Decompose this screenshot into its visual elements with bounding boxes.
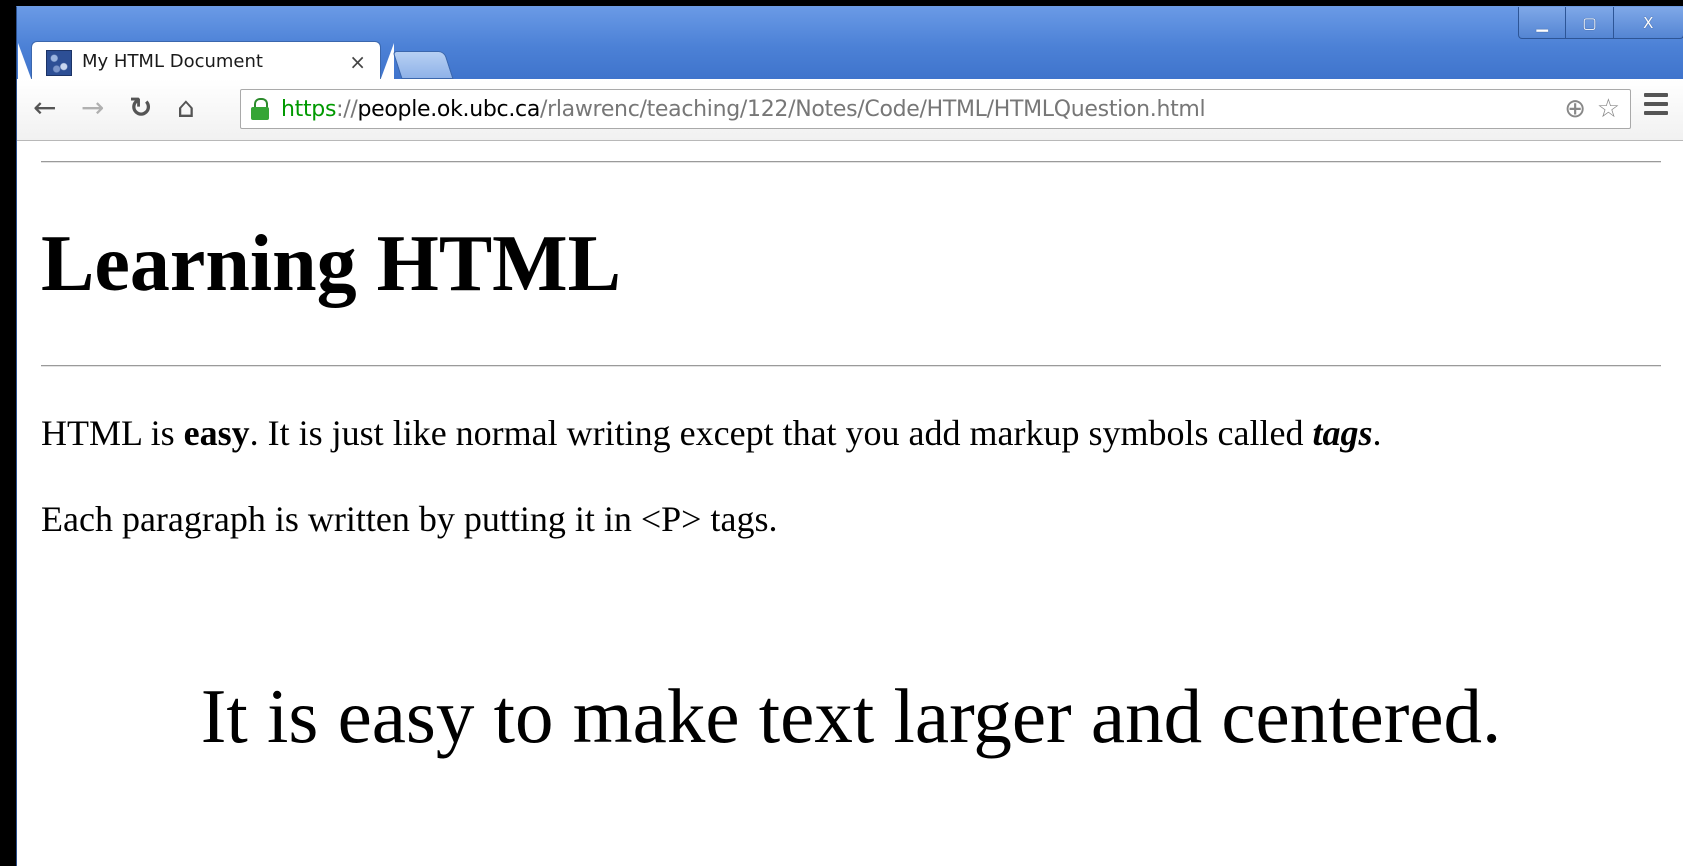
url-separator: ://: [336, 97, 358, 122]
url-scheme: https: [281, 97, 337, 122]
tab-title: My HTML Document: [82, 51, 263, 72]
tab-my-html-document[interactable]: My HTML Document ×: [18, 41, 394, 81]
window-controls: ▁ ▢ X: [1518, 7, 1683, 39]
para1-text-3: .: [1372, 413, 1382, 453]
home-icon[interactable]: ⌂: [177, 93, 195, 123]
maximize-button[interactable]: ▢: [1566, 7, 1614, 38]
para1-text-1: HTML is: [41, 413, 184, 453]
page-favicon-icon: [46, 50, 72, 76]
paragraph-1: HTML is easy. It is just like normal wri…: [41, 411, 1381, 455]
close-window-button[interactable]: X: [1614, 7, 1683, 38]
page-content: Learning HTML HTML is easy. It is just l…: [17, 141, 1683, 866]
horizontal-rule-bottom: [41, 365, 1661, 367]
browser-toolbar: ← → ↻ ⌂ https://people.ok.ubc.ca/rlawren…: [17, 79, 1683, 141]
bookmark-star-icon[interactable]: ☆: [1597, 94, 1620, 124]
paragraph-2: Each paragraph is written by putting it …: [41, 499, 778, 539]
new-tab-button[interactable]: [392, 51, 454, 79]
lock-icon[interactable]: [251, 98, 269, 120]
minimize-button[interactable]: ▁: [1519, 7, 1567, 38]
title-bar: ▁ ▢ X My HTML Document ×: [17, 7, 1683, 81]
tab-close-icon[interactable]: ×: [349, 50, 366, 74]
url-path: /rlawrenc/teaching/122/Notes/Code/HTML/H…: [540, 97, 1206, 122]
forward-arrow-icon[interactable]: →: [81, 93, 104, 123]
para1-text-2: . It is just like normal writing except …: [249, 413, 1313, 453]
large-centered-text: It is easy to make text larger and cente…: [200, 673, 1502, 759]
zoom-icon[interactable]: ⊕: [1564, 94, 1586, 124]
reload-icon[interactable]: ↻: [129, 93, 152, 123]
browser-window: ▁ ▢ X My HTML Document × ← → ↻ ⌂ https:/…: [16, 6, 1683, 866]
menu-icon[interactable]: [1644, 93, 1668, 117]
url-text[interactable]: https://people.ok.ubc.ca/rlawrenc/teachi…: [281, 97, 1206, 122]
address-bar[interactable]: https://people.ok.ubc.ca/rlawrenc/teachi…: [240, 89, 1631, 129]
page-heading: Learning HTML: [41, 220, 622, 308]
para1-bold-italic-tags: tags: [1312, 413, 1373, 453]
para1-bold-easy: easy: [183, 413, 250, 453]
horizontal-rule-top: [41, 161, 1661, 163]
back-arrow-icon[interactable]: ←: [33, 93, 56, 123]
url-host: people.ok.ubc.ca: [357, 97, 541, 122]
